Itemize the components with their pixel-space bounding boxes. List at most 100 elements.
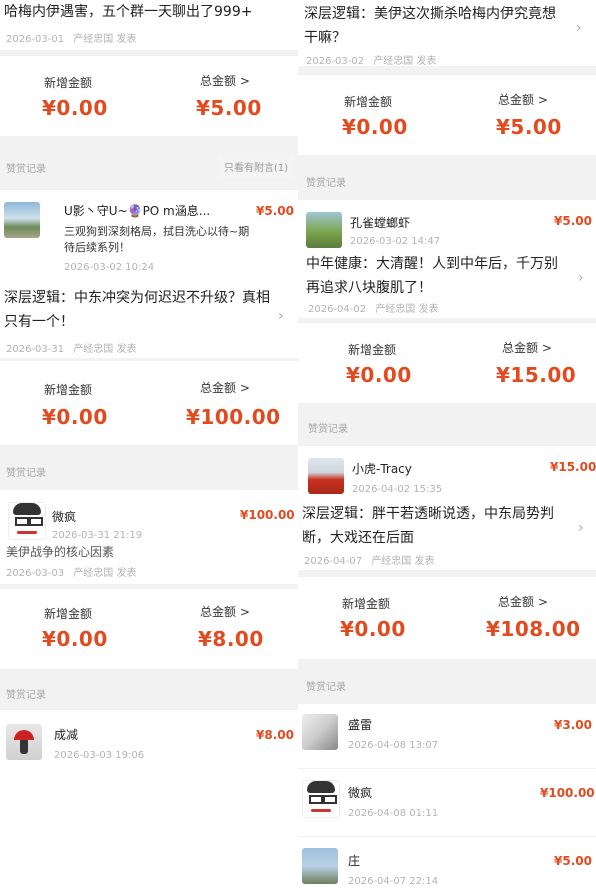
filter-with-message-button[interactable]: 只看有附言(1) [218, 155, 295, 178]
article-item[interactable]: 深层逻辑：中东冲突为何迟迟不升级？真相只有一个！ › 2026-03-31 产经… [0, 280, 298, 358]
reward-record-list: 盛雷 ¥3.00 2026-04-08 13:07 微疯 ¥100.00 202… [298, 704, 596, 894]
article-title: 美伊战争的核心因素 [6, 545, 115, 559]
avatar [308, 458, 344, 494]
article-source: 产经忠国 发表 [73, 34, 137, 45]
total-amount-link[interactable]: 总金额 > [498, 91, 548, 108]
article-date: 2026-03-31 [6, 344, 65, 355]
donor-name: U影丶守U~🔮PO m涵息... [64, 204, 211, 218]
article-meta: 2026-03-03 产经忠国 发表 [6, 564, 137, 579]
new-amount-value: ¥0.00 [42, 627, 108, 651]
donor-name: 成减 [54, 728, 79, 742]
article-title: 深层逻辑：中东冲突为何迟迟不升级？真相只有一个！ [4, 290, 270, 330]
amount-summary: 新增金额 总金额 > ¥0.00 ¥5.00 [298, 75, 596, 155]
reward-time: 2026-03-02 10:24 [64, 262, 155, 273]
donor-name: 微疯 [348, 786, 373, 800]
donor-name: 盛雷 [348, 718, 373, 732]
total-amount-link[interactable]: 总金额 > [200, 603, 250, 620]
total-amount-value: ¥108.00 [486, 617, 581, 641]
avatar [302, 714, 338, 750]
amount-summary: 新增金额 总金额 > ¥0.00 ¥5.00 [0, 56, 298, 136]
donor-name: 庄 [348, 854, 361, 868]
article-title: 深层逻辑：美伊这次撕杀哈梅内伊究竟想干嘛？ [304, 6, 556, 46]
left-screenshot-column: 哈梅内伊遇害，五个群一天聊出了999+ 2026-03-01 产经忠国 发表 新… [0, 0, 298, 894]
article-item[interactable]: 深层逻辑：胖干若透晰说透，中东局势判断，大戏还在后面 › 2026-04-07 … [298, 500, 596, 570]
reward-amount: ¥8.00 [256, 728, 294, 742]
new-amount-value: ¥0.00 [342, 115, 408, 139]
total-amount-value: ¥8.00 [198, 627, 264, 651]
reward-record: U影丶守U~🔮PO m涵息... ¥5.00 三观狗到深刻格局，拭目洗心以待~期… [0, 190, 298, 280]
article-date: 2026-04-07 [304, 556, 363, 567]
total-amount-link[interactable]: 总金额 > [498, 593, 548, 610]
avatar [306, 212, 342, 248]
reward-time: 2026-04-02 15:35 [352, 484, 443, 495]
article-meta: 2026-03-31 产经忠国 发表 [6, 340, 137, 355]
article-date: 2026-03-03 [6, 568, 65, 579]
section-label: 赞赏记录 [308, 424, 348, 435]
amount-summary: 新增金额 总金额 > ¥0.00 ¥8.00 [0, 589, 298, 669]
reward-amount: ¥5.00 [256, 204, 294, 218]
reward-record: 小虎-Tracy ¥15.00 2026-04-02 15:35 [298, 446, 596, 500]
chevron-right-icon: › [578, 270, 584, 286]
amount-summary: 新增金额 总金额 > ¥0.00 ¥108.00 [298, 577, 596, 659]
new-amount-label: 新增金额 [348, 343, 397, 357]
reward-time: 2026-04-08 13:07 [348, 740, 439, 751]
reward-time: 2026-03-02 14:47 [350, 236, 441, 247]
section-label: 赞赏记录 [306, 682, 346, 693]
right-screenshot-column: 深层逻辑：美伊这次撕杀哈梅内伊究竟想干嘛？ › 2026-03-02 产经忠国 … [298, 0, 596, 894]
new-amount-label: 新增金额 [44, 607, 93, 621]
article-date: 2026-04-02 [308, 304, 367, 315]
reward-amount: ¥5.00 [554, 854, 592, 868]
avatar [302, 780, 340, 818]
article-item[interactable]: 哈梅内伊遇害，五个群一天聊出了999+ 2026-03-01 产经忠国 发表 [0, 0, 298, 50]
chevron-right-icon: › [578, 520, 584, 536]
donor-name: 微疯 [52, 510, 77, 524]
reward-amount: ¥15.00 [550, 460, 596, 474]
total-amount-link[interactable]: 总金额 > [200, 72, 250, 89]
total-amount-link[interactable]: 总金额 > [502, 339, 552, 356]
new-amount-label: 新增金额 [44, 383, 93, 397]
reward-amount: ¥100.00 [240, 508, 295, 522]
article-source: 产经忠国 发表 [373, 56, 437, 67]
avatar [8, 502, 46, 540]
reward-time: 2026-04-08 01:11 [348, 808, 439, 819]
article-item[interactable]: 中年健康：大清醒！人到中年后，千万别再追求八块腹肌了！ › 2026-04-02… [298, 252, 596, 318]
article-date: 2026-03-01 [6, 34, 65, 45]
chevron-right-icon: › [576, 20, 582, 36]
article-item[interactable]: 深层逻辑：美伊这次撕杀哈梅内伊究竟想干嘛？ › 2026-03-02 产经忠国 … [298, 0, 596, 67]
article-meta: 2026-03-01 产经忠国 发表 [6, 30, 137, 45]
article-title: 哈梅内伊遇害，五个群一天聊出了999+ [4, 4, 253, 20]
amount-summary: 新增金额 总金额 > ¥0.00 ¥100.00 [0, 361, 298, 445]
article-source: 产经忠国 发表 [371, 556, 435, 567]
section-label: 赞赏记录 [6, 690, 46, 701]
article-item[interactable]: 美伊战争的核心因素 2026-03-03 产经忠国 发表 [0, 544, 298, 584]
new-amount-value: ¥0.00 [346, 363, 412, 387]
new-amount-label: 新增金额 [342, 597, 391, 611]
section-label: 赞赏记录 [306, 178, 346, 189]
article-date: 2026-03-02 [306, 56, 365, 67]
reward-message: 三观狗到深刻格局，拭目洗心以待~期待后续系列！ [64, 225, 250, 254]
chevron-right-icon: › [278, 308, 284, 324]
amount-summary: 新增金额 总金额 > ¥0.00 ¥15.00 [298, 323, 596, 403]
total-amount-value: ¥5.00 [496, 115, 562, 139]
avatar [6, 724, 42, 760]
reward-record: 孔雀螳螂虾 ¥5.00 2026-03-02 14:47 [298, 200, 596, 252]
donor-name: 孔雀螳螂虾 [350, 216, 411, 230]
article-source: 产经忠国 发表 [375, 304, 439, 315]
total-amount-value: ¥5.00 [196, 96, 262, 120]
reward-record: 微疯 ¥100.00 2026-03-31 21:19 [0, 490, 298, 544]
new-amount-value: ¥0.00 [340, 617, 406, 641]
article-meta: 2026-03-02 产经忠国 发表 [306, 52, 437, 67]
article-source: 产经忠国 发表 [73, 344, 137, 355]
new-amount-label: 新增金额 [44, 76, 93, 90]
article-title: 深层逻辑：胖干若透晰说透，中东局势判断，大戏还在后面 [302, 506, 554, 546]
reward-time: 2026-04-07 22:14 [348, 876, 439, 887]
reward-time: 2026-03-03 19:06 [54, 750, 145, 761]
new-amount-value: ¥0.00 [42, 405, 108, 429]
total-amount-link[interactable]: 总金额 > [200, 379, 250, 396]
section-label: 赞赏记录 [6, 164, 46, 175]
reward-record: 成减 ¥8.00 2026-03-03 19:06 [0, 710, 298, 894]
article-meta: 2026-04-07 产经忠国 发表 [304, 552, 435, 567]
reward-amount: ¥100.00 [540, 786, 595, 800]
article-meta: 2026-04-02 产经忠国 发表 [308, 300, 439, 315]
reward-amount: ¥3.00 [554, 718, 592, 732]
